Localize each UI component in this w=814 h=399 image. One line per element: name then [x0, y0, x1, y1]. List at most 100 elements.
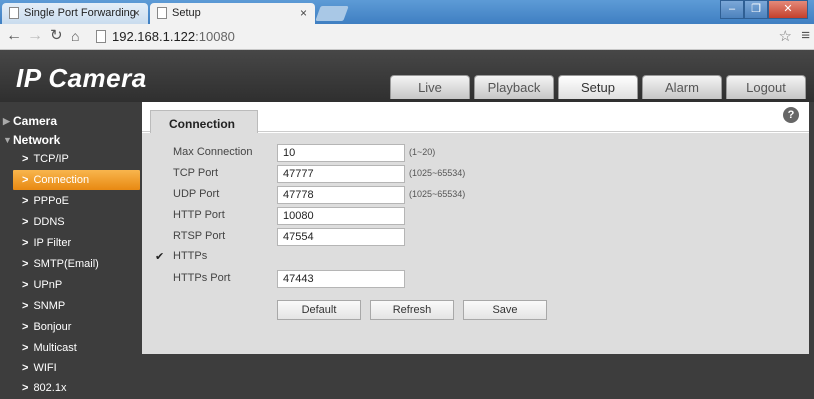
sidebar-item-ddns[interactable]: > DDNS — [13, 212, 140, 232]
main-nav: Live Playback Setup Alarm Logout — [390, 75, 810, 99]
field-label: HTTP Port — [173, 209, 225, 221]
maximize-icon[interactable]: ❐ — [744, 0, 768, 19]
browser-tab-setup[interactable]: Setup × — [150, 3, 315, 24]
content-area: Connection ? Max Connection 10 (1~20) TC… — [142, 102, 809, 354]
sidebar-item-upnp[interactable]: > UPnP — [13, 275, 140, 295]
logo: IP Camera — [16, 63, 147, 93]
range-hint: (1025~65534) — [409, 168, 466, 178]
expanded-arrow-icon: ▼ — [3, 135, 12, 145]
collapsed-arrow-icon: ▶ — [3, 116, 10, 126]
camera-header: IP Camera Live Playback Setup Alarm Logo… — [0, 50, 814, 102]
http-port-input[interactable]: 10080 — [277, 207, 405, 225]
page-icon — [96, 30, 106, 43]
back-icon[interactable]: ← — [6, 27, 22, 45]
chevron-right-icon: > — [22, 300, 29, 312]
sidebar-item-8021x[interactable]: >802.1x — [13, 378, 140, 398]
sidebar-item-bonjour[interactable]: > Bonjour — [13, 317, 140, 337]
sidebar-group-camera[interactable]: ▶ Camera — [0, 114, 142, 132]
content-tab-bar: Connection — [142, 110, 809, 133]
https-port-input[interactable]: 47443 — [277, 270, 405, 288]
window-close-icon[interactable]: ✕ — [768, 0, 808, 19]
new-tab-button[interactable] — [315, 6, 349, 21]
sidebar-group-label: Network — [13, 133, 61, 147]
field-label: RTSP Port — [173, 230, 226, 242]
chevron-right-icon: > — [22, 216, 29, 228]
chevron-right-icon: > — [22, 279, 29, 291]
udp-port-input[interactable]: 47778 — [277, 186, 405, 204]
bookmark-star-icon[interactable]: ☆ — [779, 27, 792, 45]
sidebar-item-label: IP Filter — [33, 237, 72, 249]
sidebar-item-label: 802.1x — [33, 382, 67, 394]
url-input[interactable]: 192.168.1.122:10080 — [92, 27, 792, 47]
sidebar-item-label: Connection — [33, 174, 90, 186]
chevron-right-icon: > — [22, 174, 29, 186]
chevron-right-icon: > — [22, 153, 29, 165]
refresh-button[interactable]: Refresh — [370, 300, 454, 320]
sidebar-item-label: Multicast — [33, 342, 77, 354]
save-button[interactable]: Save — [463, 300, 547, 320]
browser-tab-label: Single Port Forwarding — [24, 7, 136, 19]
chevron-right-icon: > — [22, 237, 29, 249]
sidebar-item-label: WIFI — [33, 362, 57, 374]
chevron-right-icon: > — [22, 258, 29, 270]
max-connection-input[interactable]: 10 — [277, 144, 405, 162]
https-label: HTTPs — [173, 250, 208, 262]
chevron-right-icon: > — [22, 382, 29, 394]
nav-tab-alarm[interactable]: Alarm — [642, 75, 722, 99]
nav-tab-setup[interactable]: Setup — [558, 75, 638, 99]
range-hint: (1025~65534) — [409, 189, 466, 199]
url-host: 192.168.1.122 — [112, 29, 196, 44]
tcp-port-input[interactable]: 47777 — [277, 165, 405, 183]
help-icon[interactable]: ? — [783, 107, 799, 123]
sidebar-item-tcpip[interactable]: > TCP/IP — [13, 149, 140, 169]
sidebar-item-label: Bonjour — [33, 321, 72, 333]
reload-icon[interactable]: ↻ — [50, 27, 63, 45]
page-icon — [9, 7, 19, 19]
field-label: TCP Port — [173, 167, 219, 179]
home-icon[interactable]: ⌂ — [71, 27, 79, 45]
url-port: :10080 — [195, 29, 235, 44]
sidebar-item-multicast[interactable]: > Multicast — [13, 338, 140, 358]
sidebar-item-label: UPnP — [33, 279, 63, 291]
nav-tab-logout[interactable]: Logout — [726, 75, 806, 99]
connection-panel: Max Connection 10 (1~20) TCP Port 47777 … — [142, 133, 809, 354]
sidebar-item-label: PPPoE — [33, 195, 69, 207]
page-icon — [157, 7, 167, 19]
chevron-right-icon: > — [22, 321, 29, 333]
sidebar-item-connection[interactable]: > Connection — [13, 170, 140, 190]
sidebar-item-label: SNMP — [33, 300, 66, 312]
chevron-right-icon: > — [22, 195, 29, 207]
sidebar-item-smtp[interactable]: > SMTP(Email) — [13, 254, 140, 274]
tab-connection[interactable]: Connection — [150, 110, 258, 133]
sidebar-item-snmp[interactable]: > SNMP — [13, 296, 140, 316]
https-checkbox[interactable]: ✔ — [155, 250, 167, 263]
sidebar-item-ip-filter[interactable]: > IP Filter — [13, 233, 140, 253]
browser-tab-single-port-forwarding[interactable]: Single Port Forwarding × — [2, 3, 148, 24]
browser-titlebar: Single Port Forwarding × Setup × – ❐ ✕ — [0, 0, 814, 24]
range-hint: (1~20) — [409, 147, 436, 157]
rtsp-port-input[interactable]: 47554 — [277, 228, 405, 246]
close-icon[interactable]: × — [300, 6, 307, 20]
field-label: Max Connection — [173, 146, 253, 158]
sidebar-item-label: TCP/IP — [33, 153, 69, 165]
field-label: HTTPs Port — [173, 272, 231, 284]
default-button[interactable]: Default — [277, 300, 361, 320]
minimize-icon[interactable]: – — [720, 0, 744, 19]
forward-icon[interactable]: → — [27, 27, 43, 45]
sidebar-group-label: Camera — [13, 114, 58, 128]
sidebar-item-pppoe[interactable]: > PPPoE — [13, 191, 140, 211]
close-icon[interactable]: × — [133, 6, 140, 20]
sidebar-item-wifi[interactable]: > WIFI — [13, 358, 140, 378]
menu-icon[interactable]: ≡ — [801, 27, 810, 44]
nav-tab-live[interactable]: Live — [390, 75, 470, 99]
window-controls: – ❐ ✕ — [720, 0, 808, 19]
chevron-right-icon: > — [22, 362, 29, 374]
sidebar: ▶ Camera ▼ Network > TCP/IP > Connection >… — [0, 102, 142, 399]
browser-tab-label: Setup — [172, 7, 201, 19]
address-bar: ← → ↻ ⌂ 192.168.1.122:10080 ☆ ≡ — [0, 24, 814, 50]
chevron-right-icon: > — [22, 342, 29, 354]
nav-tab-playback[interactable]: Playback — [474, 75, 554, 99]
sidebar-item-label: DDNS — [33, 216, 65, 228]
field-label: UDP Port — [173, 188, 220, 200]
sidebar-item-label: SMTP(Email) — [33, 258, 99, 270]
